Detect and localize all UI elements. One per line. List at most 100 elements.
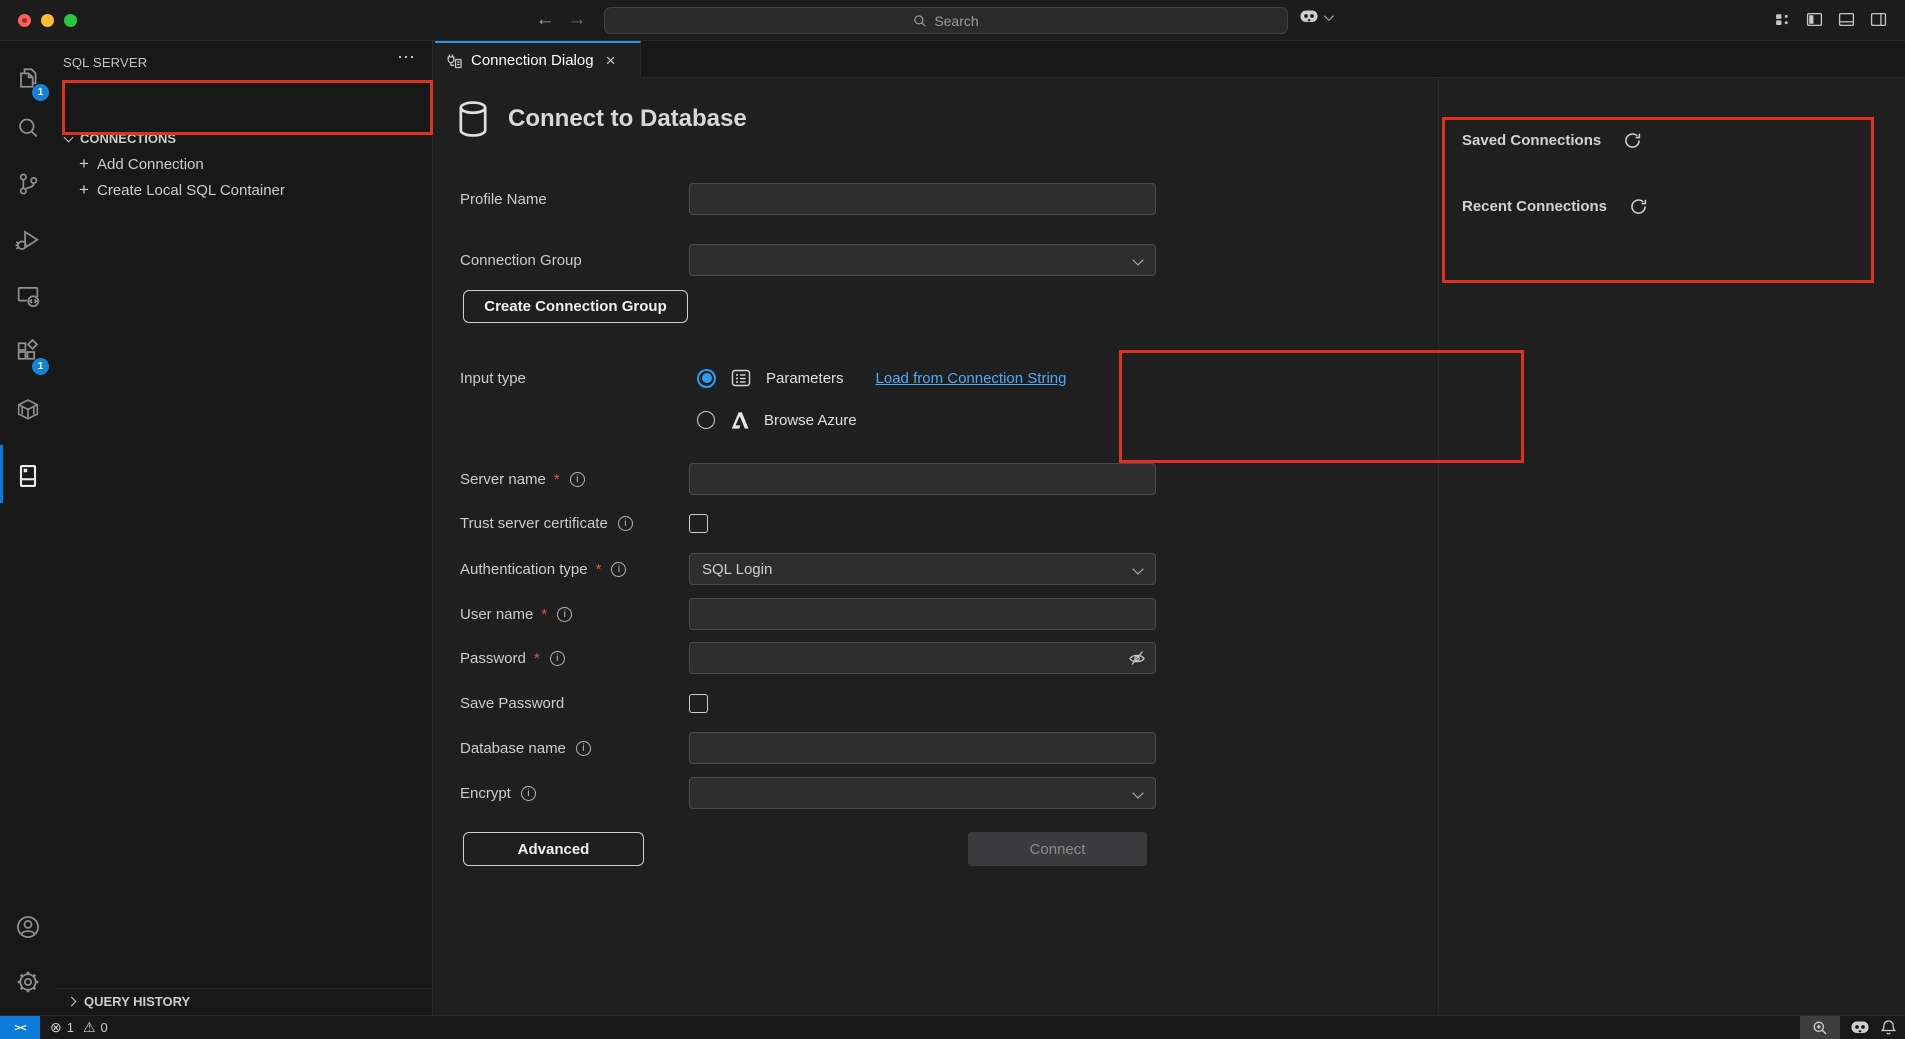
gear-icon xyxy=(14,968,42,996)
info-icon[interactable]: i xyxy=(618,516,633,531)
create-connection-group-button[interactable]: Create Connection Group xyxy=(463,290,688,323)
connection-group-label: Connection Group xyxy=(460,252,689,269)
refresh-icon[interactable] xyxy=(1629,197,1648,216)
container-icon xyxy=(14,396,42,424)
info-icon[interactable]: i xyxy=(611,562,626,577)
database-name-row: Database namei xyxy=(460,732,1160,764)
source-control-view-button[interactable] xyxy=(0,163,55,205)
close-tab-icon[interactable]: × xyxy=(606,52,616,69)
parameters-label: Parameters xyxy=(766,370,844,387)
navigate-forward-button[interactable]: → xyxy=(563,6,591,34)
remote-icon: >< xyxy=(14,1021,25,1034)
remote-indicator[interactable]: >< xyxy=(0,1016,40,1039)
database-name-input[interactable] xyxy=(689,732,1156,764)
password-input[interactable] xyxy=(689,642,1156,674)
info-icon[interactable]: i xyxy=(557,607,572,622)
encrypt-select[interactable] xyxy=(689,777,1156,809)
browse-azure-radio[interactable] xyxy=(697,411,715,429)
command-center-search[interactable]: Search xyxy=(604,7,1288,34)
chevron-down-icon xyxy=(1132,563,1143,574)
titlebar: ← → Search xyxy=(0,0,1905,41)
refresh-icon[interactable] xyxy=(1623,131,1642,150)
input-type-label: Input type xyxy=(460,370,689,387)
connections-section-header[interactable]: CONNECTIONS xyxy=(55,125,432,152)
add-connection-item[interactable]: + Add Connection xyxy=(55,151,432,178)
info-icon[interactable]: i xyxy=(521,786,536,801)
copilot-icon xyxy=(1299,9,1319,25)
tab-connection-dialog[interactable]: Connection Dialog × xyxy=(435,41,641,78)
plus-icon: + xyxy=(75,154,93,174)
authentication-type-label: Authentication type*i xyxy=(460,561,689,578)
zoom-indicator-button[interactable] xyxy=(1800,1016,1840,1039)
more-actions-button[interactable]: ⋯ xyxy=(397,47,416,68)
remote-explorer-view-button[interactable] xyxy=(0,275,55,317)
info-icon[interactable]: i xyxy=(550,651,565,666)
save-password-label: Save Password xyxy=(460,695,689,712)
recent-connections-header: Recent Connections xyxy=(1462,192,1648,220)
server-name-input[interactable] xyxy=(689,463,1156,495)
run-debug-view-button[interactable] xyxy=(0,219,55,261)
query-history-section-header[interactable]: QUERY HISTORY xyxy=(55,988,432,1014)
toggle-primary-sidebar-icon[interactable] xyxy=(1806,11,1823,28)
user-name-input[interactable] xyxy=(689,598,1156,630)
eye-off-icon xyxy=(1127,648,1147,668)
database-name-label: Database namei xyxy=(460,740,689,757)
toggle-password-visibility-button[interactable] xyxy=(1126,648,1148,668)
toggle-secondary-sidebar-icon[interactable] xyxy=(1870,11,1887,28)
page-title: Connect to Database xyxy=(508,105,747,133)
tab-label: Connection Dialog xyxy=(471,52,594,69)
warning-icon: ⚠ xyxy=(83,1019,96,1036)
accounts-button[interactable] xyxy=(0,906,55,948)
connection-group-select[interactable] xyxy=(689,244,1156,276)
encrypt-row: Encrypti xyxy=(460,777,1160,809)
chevron-down-icon xyxy=(1324,11,1334,21)
connect-button[interactable]: Connect xyxy=(968,832,1147,866)
trust-server-certificate-label: Trust server certificatei xyxy=(460,515,689,532)
advanced-button[interactable]: Advanced xyxy=(463,832,644,866)
info-icon[interactable]: i xyxy=(570,472,585,487)
trust-server-certificate-checkbox[interactable] xyxy=(689,514,708,533)
azure-icon xyxy=(729,410,750,431)
server-name-row: Server name*i xyxy=(460,463,1160,495)
extensions-view-button[interactable]: 1 xyxy=(0,331,55,373)
dialog-header: Connect to Database xyxy=(456,99,747,139)
problems-indicator[interactable]: ⊗ 1 ⚠ 0 xyxy=(50,1016,108,1039)
sql-server-view-button[interactable] xyxy=(0,455,55,497)
encrypt-label: Encrypti xyxy=(460,785,689,802)
source-control-icon xyxy=(14,170,42,198)
search-icon xyxy=(14,114,42,142)
create-local-sql-container-item[interactable]: + Create Local SQL Container xyxy=(55,177,432,204)
right-panel-divider xyxy=(1438,79,1439,1015)
search-view-button[interactable] xyxy=(0,107,55,149)
status-bar-right xyxy=(1800,1016,1897,1039)
copilot-status-icon[interactable] xyxy=(1850,1020,1870,1036)
password-label: Password*i xyxy=(460,650,689,667)
browse-azure-radio-row: Browse Azure xyxy=(697,404,857,436)
profile-name-input[interactable] xyxy=(689,183,1156,215)
customize-layout-icon[interactable] xyxy=(1774,11,1791,28)
load-from-connection-string-link[interactable]: Load from Connection String xyxy=(876,370,1067,387)
activity-bar: 1 1 xyxy=(0,41,55,1015)
plus-icon: + xyxy=(75,180,93,200)
status-bar: >< ⊗ 1 ⚠ 0 xyxy=(0,1015,1905,1039)
account-icon xyxy=(14,913,42,941)
parameters-radio[interactable] xyxy=(697,369,716,388)
minimize-window-button[interactable] xyxy=(41,14,54,27)
explorer-view-button[interactable]: 1 xyxy=(0,57,55,99)
navigate-back-button[interactable]: ← xyxy=(531,6,559,34)
maximize-window-button[interactable] xyxy=(64,14,77,27)
parameters-radio-row: Parameters Load from Connection String xyxy=(697,362,1066,394)
sidebar-title-text: SQL SERVER xyxy=(63,55,147,70)
settings-button[interactable] xyxy=(0,961,55,1003)
authentication-type-select[interactable]: SQL Login xyxy=(689,553,1156,585)
toggle-panel-icon[interactable] xyxy=(1838,11,1855,28)
sidebar-title: SQL SERVER xyxy=(63,51,424,73)
containers-view-button[interactable] xyxy=(0,389,55,431)
close-window-button[interactable] xyxy=(18,14,31,27)
notifications-bell-icon[interactable] xyxy=(1880,1019,1897,1036)
info-icon[interactable]: i xyxy=(576,741,591,756)
user-name-row: User name*i xyxy=(460,598,1160,630)
copilot-menu-button[interactable] xyxy=(1299,9,1331,25)
debug-icon xyxy=(14,226,42,254)
save-password-checkbox[interactable] xyxy=(689,694,708,713)
